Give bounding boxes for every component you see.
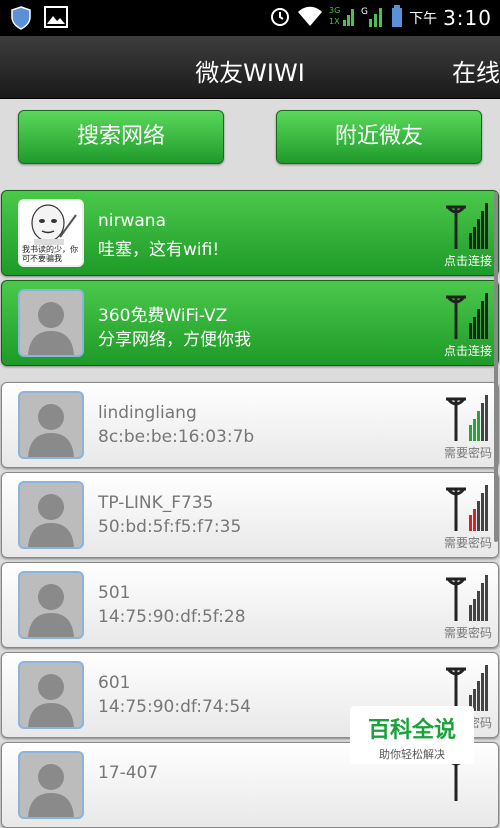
alarm-icon (269, 5, 291, 31)
app-title: 微友WIWI (195, 59, 305, 87)
password-status: 需要密码 (443, 446, 492, 460)
online-tab[interactable]: 在线 (452, 53, 500, 88)
battery-icon (391, 4, 403, 32)
image-icon (44, 6, 68, 34)
status-ampm: 下午 (409, 11, 438, 27)
watermark-title: 百科全说 (367, 718, 456, 743)
network-subtitle: 14:75:90:df:5f:28 (98, 607, 246, 627)
signal-strength-icon (444, 289, 490, 341)
password-status: 需要密码 (443, 536, 492, 550)
network-name: lindingliang (98, 403, 197, 423)
shield-icon (10, 6, 32, 34)
signal-icon: G (361, 4, 385, 32)
network-row[interactable]: lindingliang 8c:be:be:16:03:7b 需要密码 (1, 382, 499, 468)
network-subtitle: 50:bd:5f:f5:f7:35 (98, 517, 242, 537)
network-row[interactable]: 我书读的少，你可不要骗我 nirwana 哇塞，这有wifi! 点击连接 (1, 190, 499, 276)
default-avatar (18, 751, 84, 819)
wifi-icon (297, 5, 323, 31)
network-row[interactable]: 501 14:75:90:df:5f:28 需要密码 (1, 562, 499, 648)
nearby-friends-button[interactable]: 附近微友 (276, 110, 482, 164)
network-row[interactable]: TP-LINK_F735 50:bd:5f:f5:f7:35 需要密码 (1, 472, 499, 558)
network-name: nirwana (98, 211, 166, 231)
network-subtitle: 哇塞，这有wifi! (98, 240, 220, 260)
signal-strength-icon (444, 199, 490, 251)
watermark-logo: 百科全说 助你轻松解决 (350, 706, 474, 764)
search-network-button[interactable]: 搜索网络 (18, 110, 224, 164)
app-header: 微友WIWI 在线 (0, 36, 500, 99)
svg-text:3G: 3G (329, 6, 340, 15)
default-avatar (18, 481, 84, 549)
3g-signal-icon: 3G 1X (329, 4, 355, 32)
signal-strength-icon (444, 391, 490, 443)
default-avatar (18, 391, 84, 459)
default-avatar (18, 289, 84, 357)
signal-strength-icon (444, 481, 490, 533)
network-name: 601 (98, 673, 131, 693)
network-name: 360免费WiFi-VZ (98, 306, 228, 326)
network-subtitle: 分享网络，方便你我 (98, 330, 251, 350)
network-subtitle: 14:75:90:df:74:54 (98, 697, 251, 717)
default-avatar (18, 661, 84, 729)
list-scrollbar[interactable] (494, 192, 498, 542)
meme-caption: 我书读的少，你可不要骗我 (22, 245, 78, 263)
status-bar: 3G 1X G 下午 3:10 (0, 0, 500, 36)
connect-status: 点击连接 (443, 344, 492, 358)
connect-status: 点击连接 (443, 254, 492, 268)
svg-text:G: G (361, 7, 368, 17)
watermark-subtitle: 助你轻松解决 (379, 748, 445, 761)
network-row[interactable]: 360免费WiFi-VZ 分享网络，方便你我 点击连接 (1, 280, 499, 366)
svg-text:1X: 1X (329, 17, 340, 26)
status-time: 3:10 (443, 6, 492, 30)
network-name: TP-LINK_F735 (98, 493, 214, 513)
meme-avatar: 我书读的少，你可不要骗我 (18, 199, 84, 267)
default-avatar (18, 571, 84, 639)
network-name: 501 (98, 583, 131, 603)
signal-strength-icon (444, 571, 490, 623)
password-status: 需要密码 (443, 626, 492, 640)
network-name: 17-407 (98, 763, 159, 783)
network-subtitle: 8c:be:be:16:03:7b (98, 427, 255, 447)
